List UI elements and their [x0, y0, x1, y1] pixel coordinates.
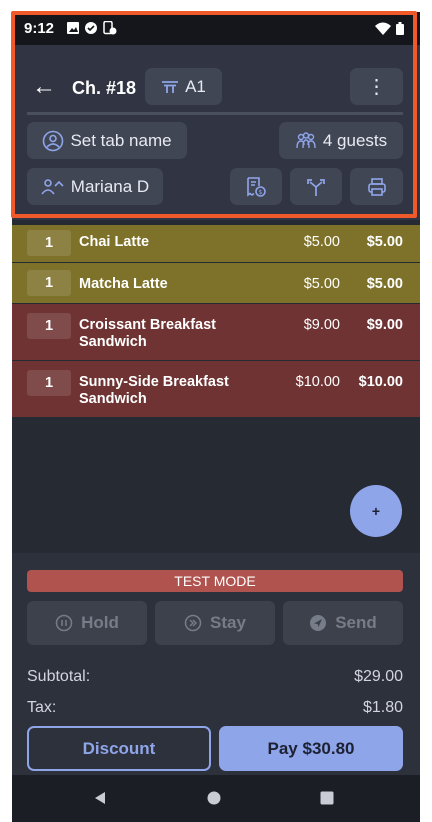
status-time: 9:12: [24, 20, 55, 37]
item-total: $5.00: [366, 234, 403, 250]
server-user-icon: [41, 178, 64, 195]
fast-forward-circle-icon: [184, 614, 202, 632]
hold-label: Hold: [81, 613, 119, 632]
image-icon: [67, 22, 79, 34]
table-button[interactable]: A1: [145, 68, 222, 105]
phone-screen: 9:12 ← Ch. #18 A1 ⋮ Set tab name 4 guest…: [12, 12, 420, 822]
item-name: Sunny-Side Breakfast Sandwich: [79, 374, 229, 408]
check-circle-icon: [85, 22, 97, 34]
send-button[interactable]: Send: [283, 601, 403, 645]
check-header: ← Ch. #18 A1 ⋮ Set tab name 4 guests Mar…: [12, 45, 420, 220]
system-nav-bar: [12, 775, 420, 822]
item-quantity[interactable]: 1: [27, 270, 71, 296]
hold-button[interactable]: Hold: [27, 601, 147, 645]
server-button[interactable]: Mariana D: [27, 168, 163, 205]
item-price: $9.00: [303, 317, 340, 333]
user-circle-icon: [43, 130, 64, 151]
subtotal-label: Subtotal:: [27, 668, 91, 685]
more-options-button[interactable]: ⋮: [350, 68, 403, 105]
item-name-line: Sunny-Side Breakfast: [79, 374, 229, 390]
item-quantity[interactable]: 1: [27, 370, 71, 396]
guests-icon: [296, 131, 316, 148]
set-tab-name-button[interactable]: Set tab name: [27, 122, 187, 159]
item-name-line: Sandwich: [79, 391, 147, 407]
add-item-button[interactable]: +: [350, 485, 402, 537]
send-circle-icon: [310, 615, 327, 631]
order-item[interactable]: 1 Chai Latte $5.00 $5.00: [12, 225, 420, 262]
item-total: $9.00: [366, 317, 403, 333]
item-name: Croissant Breakfast Sandwich: [79, 317, 216, 351]
nav-recents-icon[interactable]: [320, 791, 334, 805]
table-label: A1: [185, 76, 206, 96]
discount-button[interactable]: Discount: [27, 726, 211, 771]
guests-label: 4 guests: [322, 130, 388, 150]
item-price: $10.00: [295, 374, 340, 390]
tax-row: Tax: $1.80: [27, 699, 403, 717]
server-name: Mariana D: [70, 176, 150, 196]
status-bar: 9:12: [12, 12, 420, 45]
tax-label: Tax:: [27, 699, 57, 716]
pay-button[interactable]: Pay $30.80: [219, 726, 403, 771]
fork-arrows-icon: [307, 178, 325, 196]
pause-circle-icon: [55, 614, 73, 632]
item-quantity[interactable]: 1: [27, 313, 71, 339]
order-item[interactable]: 1 Croissant Breakfast Sandwich $9.00 $9.0…: [12, 304, 420, 360]
printer-icon: [367, 177, 386, 196]
set-tab-name-label: Set tab name: [70, 130, 172, 150]
nav-home-icon[interactable]: [207, 791, 221, 805]
item-total: $10.00: [358, 374, 403, 390]
split-bill-button[interactable]: $: [230, 168, 282, 205]
item-name-line: Croissant Breakfast: [79, 317, 216, 333]
order-item[interactable]: 1 Matcha Latte $5.00 $5.00: [12, 263, 420, 303]
stay-button[interactable]: Stay: [155, 601, 275, 645]
check-number: Ch. #18: [72, 78, 137, 98]
battery-icon: [396, 22, 404, 35]
order-item[interactable]: 1 Sunny-Side Breakfast Sandwich $10.00 $1…: [12, 361, 420, 417]
device-check-icon: [103, 21, 117, 35]
guests-button[interactable]: 4 guests: [279, 122, 403, 159]
back-arrow-icon[interactable]: ←: [32, 73, 56, 101]
subtotal-row: Subtotal: $29.00: [27, 668, 403, 686]
nav-back-icon[interactable]: [93, 791, 107, 805]
header-divider: [27, 112, 403, 115]
transfer-button[interactable]: [290, 168, 342, 205]
item-total: $5.00: [366, 276, 403, 292]
stay-label: Stay: [210, 613, 246, 632]
order-footer: TEST MODE Hold Stay Send Subtotal: $29.0…: [12, 553, 420, 775]
print-button[interactable]: [350, 168, 403, 205]
item-name: Chai Latte: [79, 234, 150, 250]
table-icon: [162, 80, 179, 93]
wifi-icon: [375, 22, 391, 35]
receipt-dollar-icon: $: [247, 176, 266, 197]
subtotal-value: $29.00: [354, 668, 403, 685]
svg-text:$: $: [259, 189, 263, 196]
item-price: $5.00: [303, 234, 340, 250]
item-price: $5.00: [303, 276, 340, 292]
item-name: Matcha Latte: [79, 276, 168, 292]
test-mode-banner: TEST MODE: [27, 570, 403, 592]
tax-value: $1.80: [362, 699, 403, 716]
item-quantity[interactable]: 1: [27, 230, 71, 256]
more-vertical-icon: ⋮: [366, 76, 387, 98]
item-name-line: Sandwich: [79, 334, 147, 350]
send-label: Send: [335, 613, 377, 632]
